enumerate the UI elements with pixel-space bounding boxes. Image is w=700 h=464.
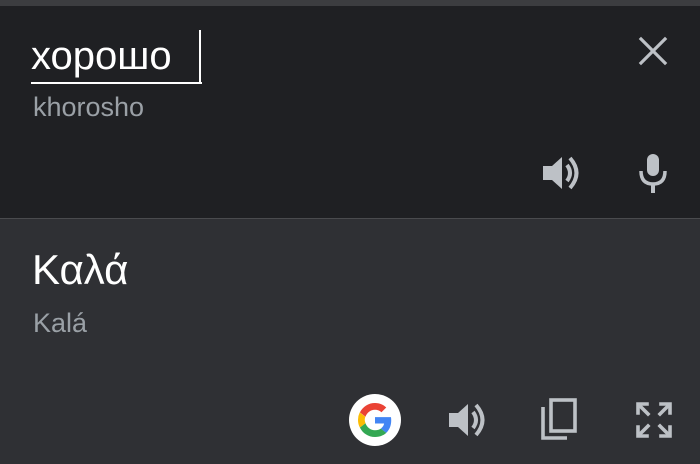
speaker-icon [449, 403, 485, 437]
translation-transliteration: Kalá [33, 308, 88, 338]
fullscreen-button[interactable] [630, 396, 678, 444]
text-cursor [199, 30, 201, 82]
copy-button[interactable] [536, 394, 582, 444]
microphone-button[interactable] [630, 148, 676, 198]
close-icon [638, 36, 668, 66]
speaker-icon [543, 156, 579, 190]
source-transliteration: khorosho [33, 92, 145, 122]
copy-icon [541, 398, 577, 440]
clear-button[interactable] [630, 28, 676, 74]
source-listen-button[interactable] [536, 148, 586, 198]
source-text-input[interactable]: хорошо [31, 30, 172, 82]
google-search-button[interactable] [349, 394, 401, 446]
input-underline [31, 82, 202, 84]
microphone-icon [639, 154, 667, 193]
translation-text: Καλά [32, 246, 129, 293]
google-icon [358, 403, 392, 437]
fullscreen-icon [636, 402, 672, 438]
translation-listen-button[interactable] [443, 396, 491, 444]
